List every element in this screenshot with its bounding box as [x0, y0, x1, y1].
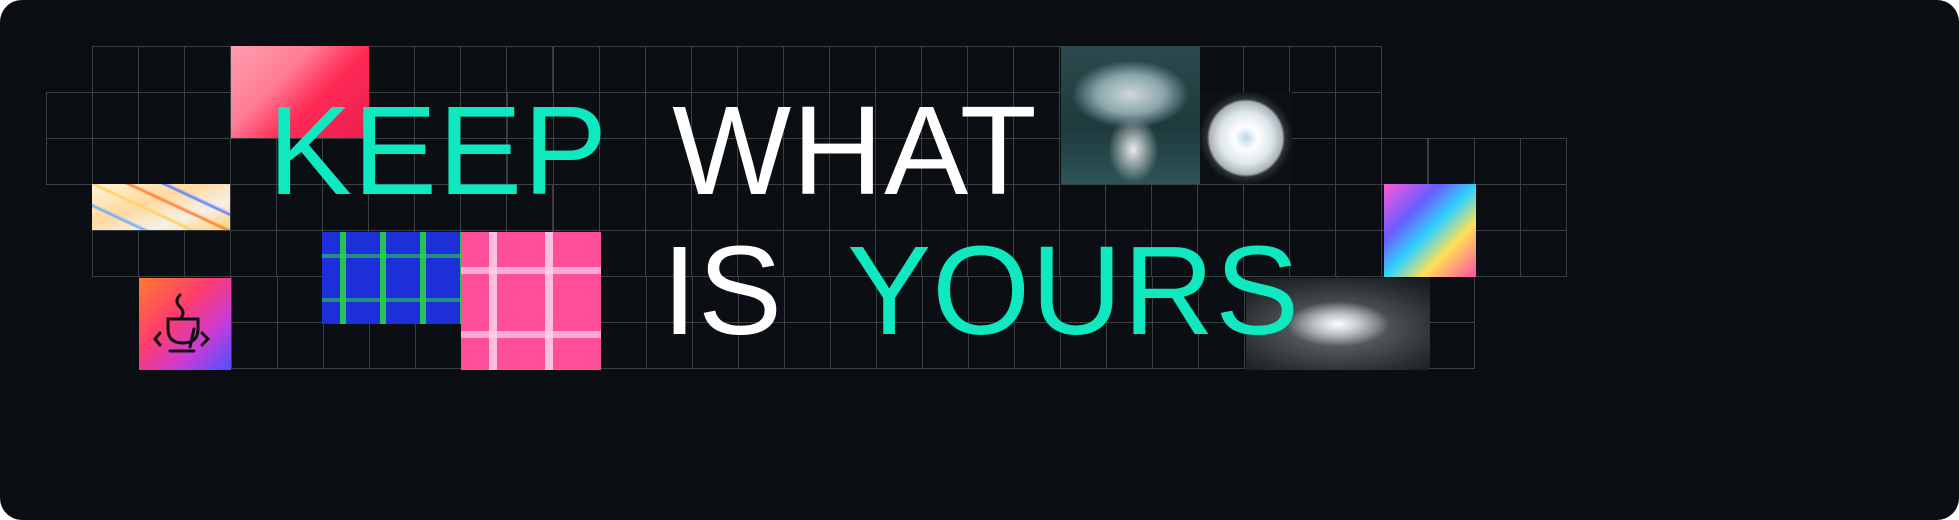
grid-cell [1519, 184, 1567, 231]
grid-cell [138, 92, 186, 139]
grid-cell [1335, 184, 1383, 231]
hero-banner: KEEP WHAT IS YOURS [0, 0, 1959, 520]
grid-cell [277, 322, 325, 369]
grid-cell [1381, 138, 1429, 185]
headline-is: IS [662, 220, 784, 361]
grid-cell [1428, 276, 1476, 323]
grid-cell [230, 230, 278, 277]
headline-yours: YOURS [847, 220, 1301, 361]
grid-cell [598, 230, 646, 277]
grid-cell [231, 276, 279, 323]
grid-cell [184, 230, 232, 277]
grid-cell [276, 230, 324, 277]
grid-cell [1243, 46, 1291, 93]
grid-cell [1335, 92, 1383, 139]
stormy-cloud-art-tile [1061, 46, 1200, 184]
grid-cell [599, 322, 647, 369]
grid-cell [369, 322, 417, 369]
grid-cell [1427, 138, 1475, 185]
grid-cell [231, 322, 279, 369]
grid-cell [1289, 92, 1337, 139]
coffee-cup-code-icon [153, 293, 211, 353]
grid-cell [138, 138, 186, 185]
graffiti-art-tile [322, 232, 462, 324]
grid-cell [46, 138, 93, 185]
grid-cell [46, 92, 93, 139]
grid-cell [1473, 230, 1521, 277]
grid-cell [1428, 322, 1476, 369]
grid-cell [92, 92, 140, 139]
grid-cell [138, 230, 186, 277]
grid-cell [1289, 138, 1337, 185]
grid-cell [1289, 46, 1337, 93]
headline-line-1: KEEP WHAT [268, 88, 1038, 214]
grid-cell [92, 230, 139, 277]
pearl-orb-art-tile [1200, 92, 1292, 184]
grid-cell [92, 46, 139, 93]
grid-cell [599, 276, 647, 323]
headline-keep: KEEP [268, 80, 609, 221]
grid-cell [1473, 184, 1521, 231]
grid-cell [138, 46, 186, 93]
grid-cell [1335, 230, 1383, 277]
crystal-art-tile [92, 184, 230, 230]
grid-cell [1335, 138, 1383, 185]
headline-what: WHAT [672, 80, 1038, 221]
grid-cell [1197, 46, 1245, 93]
holographic-art-tile [1384, 184, 1476, 277]
grid-cell [1473, 138, 1521, 185]
grid-cell [323, 322, 371, 369]
grid-cell [1519, 230, 1567, 277]
coffee-code-logo-tile [139, 278, 231, 370]
grid-cell [184, 46, 232, 93]
headline-line-2: IS YOURS [662, 228, 1300, 354]
grid-cell [277, 276, 325, 323]
grid-cell [92, 138, 140, 185]
grid-cell [184, 138, 232, 185]
grid-cell [1519, 138, 1567, 185]
grid-cell [1335, 46, 1383, 93]
pink-maze-art-tile [461, 232, 601, 370]
grid-cell [184, 92, 232, 139]
grid-cell [415, 322, 463, 369]
